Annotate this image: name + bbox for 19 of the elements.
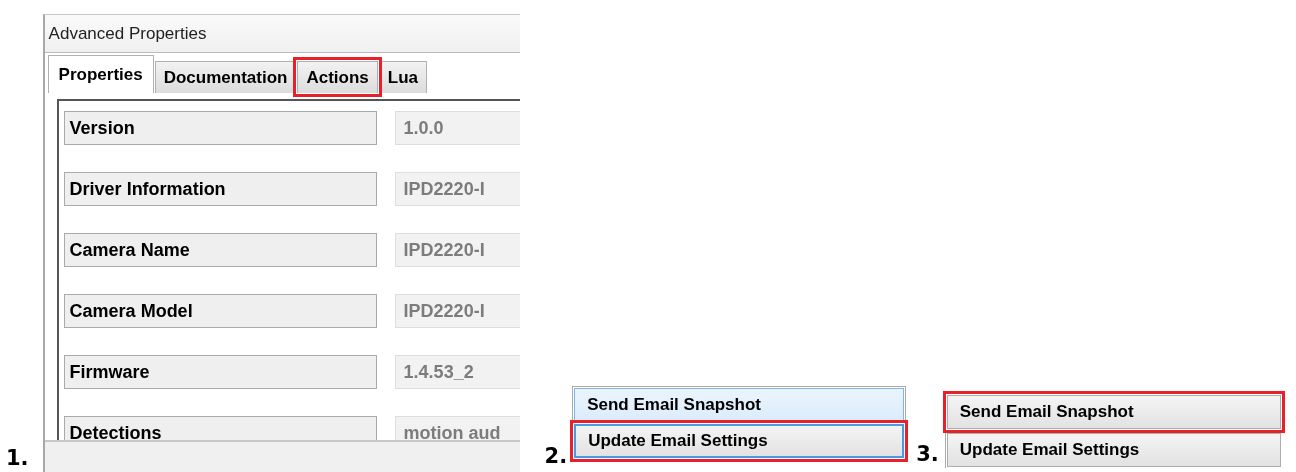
value-field[interactable]: IPD2220-I	[394, 172, 520, 206]
field-label: Camera Name	[63, 233, 377, 267]
field-label: Camera Model	[63, 294, 377, 328]
step-number: 1.	[6, 446, 29, 470]
field-label: Driver Information	[63, 172, 377, 206]
value-field[interactable]: motion aud	[394, 416, 520, 440]
value-field[interactable]: IPD2220-I	[394, 233, 520, 267]
value-field[interactable]: 1.4.53_2	[394, 355, 520, 389]
field-label: Firmware	[63, 355, 377, 389]
action-button[interactable]: Send Email Snapshot	[574, 388, 905, 422]
field-label: Detections	[63, 416, 377, 440]
value-field[interactable]: 1.0.0	[394, 111, 520, 145]
step-number: 3.	[916, 442, 939, 466]
action-button[interactable]: Update Email Settings	[946, 433, 1281, 467]
value-field[interactable]: IPD2220-I	[394, 294, 520, 328]
field-label: Version	[63, 111, 377, 145]
tab[interactable]: Properties	[47, 55, 154, 93]
window-title: Advanced Properties	[44, 15, 520, 53]
step-number: 2.	[544, 444, 568, 468]
